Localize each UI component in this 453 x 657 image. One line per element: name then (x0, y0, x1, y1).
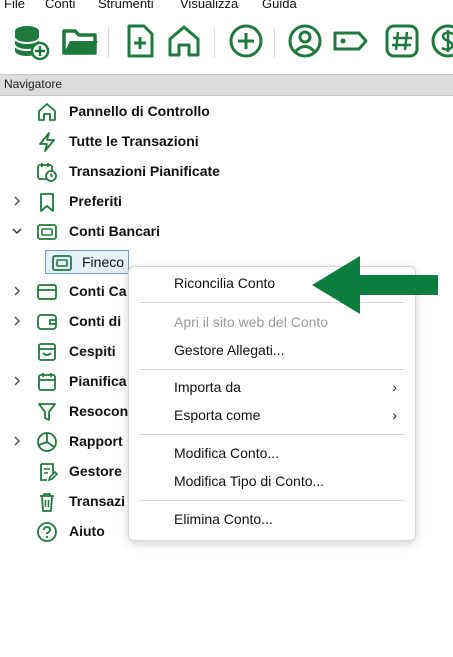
chevron-right-icon[interactable] (10, 284, 24, 298)
menu-item-label: Riconcilia Conto (174, 275, 276, 291)
home-icon (38, 103, 56, 121)
menu-item-label: Modifica Tipo di Conto... (174, 473, 325, 489)
nav-item-label: Aiuto (69, 523, 105, 539)
nav-item-label: Cespiti (69, 343, 116, 359)
nav-item-label: Conti di (69, 313, 122, 329)
navigator-title: Navigatore (4, 77, 63, 91)
menu-file[interactable]: File (4, 0, 25, 11)
calendar-icon (38, 373, 56, 391)
menu-item-export[interactable]: Esporta come › (129, 403, 415, 429)
nav-item-all-transactions[interactable]: Tutte le Transazioni (0, 128, 453, 156)
home-icon[interactable] (164, 21, 204, 61)
menu-item-label: Apri il sito web del Conto (174, 314, 329, 330)
calendar-clock-icon (37, 163, 57, 182)
menu-conti[interactable]: Conti (45, 0, 75, 11)
database-add-icon[interactable] (10, 21, 50, 61)
menu-item-import[interactable]: Importa da › (129, 375, 415, 401)
chevron-right-icon[interactable] (10, 374, 24, 388)
menu-item-label: Gestore Allegati... (174, 342, 285, 358)
menu-separator (139, 434, 405, 435)
nav-item-label: Resocon (69, 403, 129, 419)
annotation-arrow-icon (312, 256, 438, 314)
menu-strumenti[interactable]: Strumenti (98, 0, 154, 11)
menu-item-label: Importa da (174, 379, 241, 395)
dollar-icon[interactable] (428, 21, 453, 61)
nav-item-favorites[interactable]: Preferiti (0, 188, 453, 216)
toolbar-separator (214, 28, 215, 58)
menu-guida[interactable]: Guida (262, 0, 297, 11)
add-circle-icon[interactable] (226, 21, 266, 61)
toolbar-separator (274, 28, 275, 58)
help-icon (37, 522, 57, 542)
nav-item-label: Conti Ca (69, 283, 127, 299)
nav-item-dashboard[interactable]: Pannello di Controllo (0, 98, 453, 126)
menu-item-label: Esporta come (174, 407, 261, 423)
hash-icon[interactable] (382, 21, 422, 61)
tag-icon[interactable] (330, 21, 370, 61)
nav-item-label: Preferiti (69, 193, 122, 209)
nav-item-label: Gestore (69, 463, 122, 479)
menu-separator (139, 369, 405, 370)
wallet-icon (37, 314, 57, 330)
chevron-down-icon[interactable] (10, 224, 24, 238)
nav-item-scheduled-transactions[interactable]: Transazioni Pianificate (0, 158, 453, 186)
edit-document-icon (40, 463, 58, 482)
toolbar-separator (108, 28, 109, 58)
nav-item-label: Tutte le Transazioni (69, 133, 199, 149)
menu-item-delete-account[interactable]: Elimina Conto... (129, 507, 415, 533)
inbox-icon (38, 343, 56, 361)
trash-icon (40, 493, 54, 512)
account-label: Fineco (82, 254, 125, 270)
nav-item-label: Transazi (69, 493, 126, 509)
menu-item-attachments[interactable]: Gestore Allegati... (129, 338, 415, 364)
nav-item-label: Pannello di Controllo (69, 103, 210, 119)
menu-item-edit-account[interactable]: Modifica Conto... (129, 441, 415, 467)
menu-item-label: Modifica Conto... (174, 445, 280, 461)
lightning-icon (39, 132, 55, 152)
nav-item-label: Pianifica (69, 373, 127, 389)
nav-item-label: Transazioni Pianificate (69, 163, 220, 179)
menu-visualizza[interactable]: Visualizza (180, 0, 238, 11)
new-file-icon[interactable] (120, 21, 160, 61)
bank-card-icon (37, 224, 57, 240)
nav-item-bank-accounts[interactable]: Conti Bancari (0, 218, 453, 246)
chevron-right-icon[interactable] (10, 194, 24, 208)
menu-item-edit-account-type[interactable]: Modifica Tipo di Conto... (129, 469, 415, 495)
chevron-right-icon[interactable] (10, 314, 24, 328)
nav-item-label: Conti Bancari (69, 223, 161, 239)
menu-bar: File Conti Strumenti Visualizza Guida (0, 0, 453, 14)
bookmark-icon (40, 193, 54, 212)
user-circle-icon[interactable] (285, 21, 325, 61)
submenu-arrow-icon: › (392, 407, 397, 423)
account-item-selected[interactable]: Fineco (45, 250, 129, 274)
navigator-header: Navigatore (0, 74, 453, 96)
bank-card-icon (52, 255, 72, 271)
toolbar (0, 14, 453, 72)
folder-open-icon[interactable] (60, 21, 100, 61)
submenu-arrow-icon: › (392, 379, 397, 395)
chevron-right-icon[interactable] (10, 434, 24, 448)
menu-item-label: Elimina Conto... (174, 511, 273, 527)
menu-separator (139, 500, 405, 501)
filter-icon (38, 403, 56, 421)
credit-card-icon (37, 284, 57, 300)
pie-chart-icon (37, 432, 57, 452)
nav-item-label: Rapport (69, 433, 123, 449)
